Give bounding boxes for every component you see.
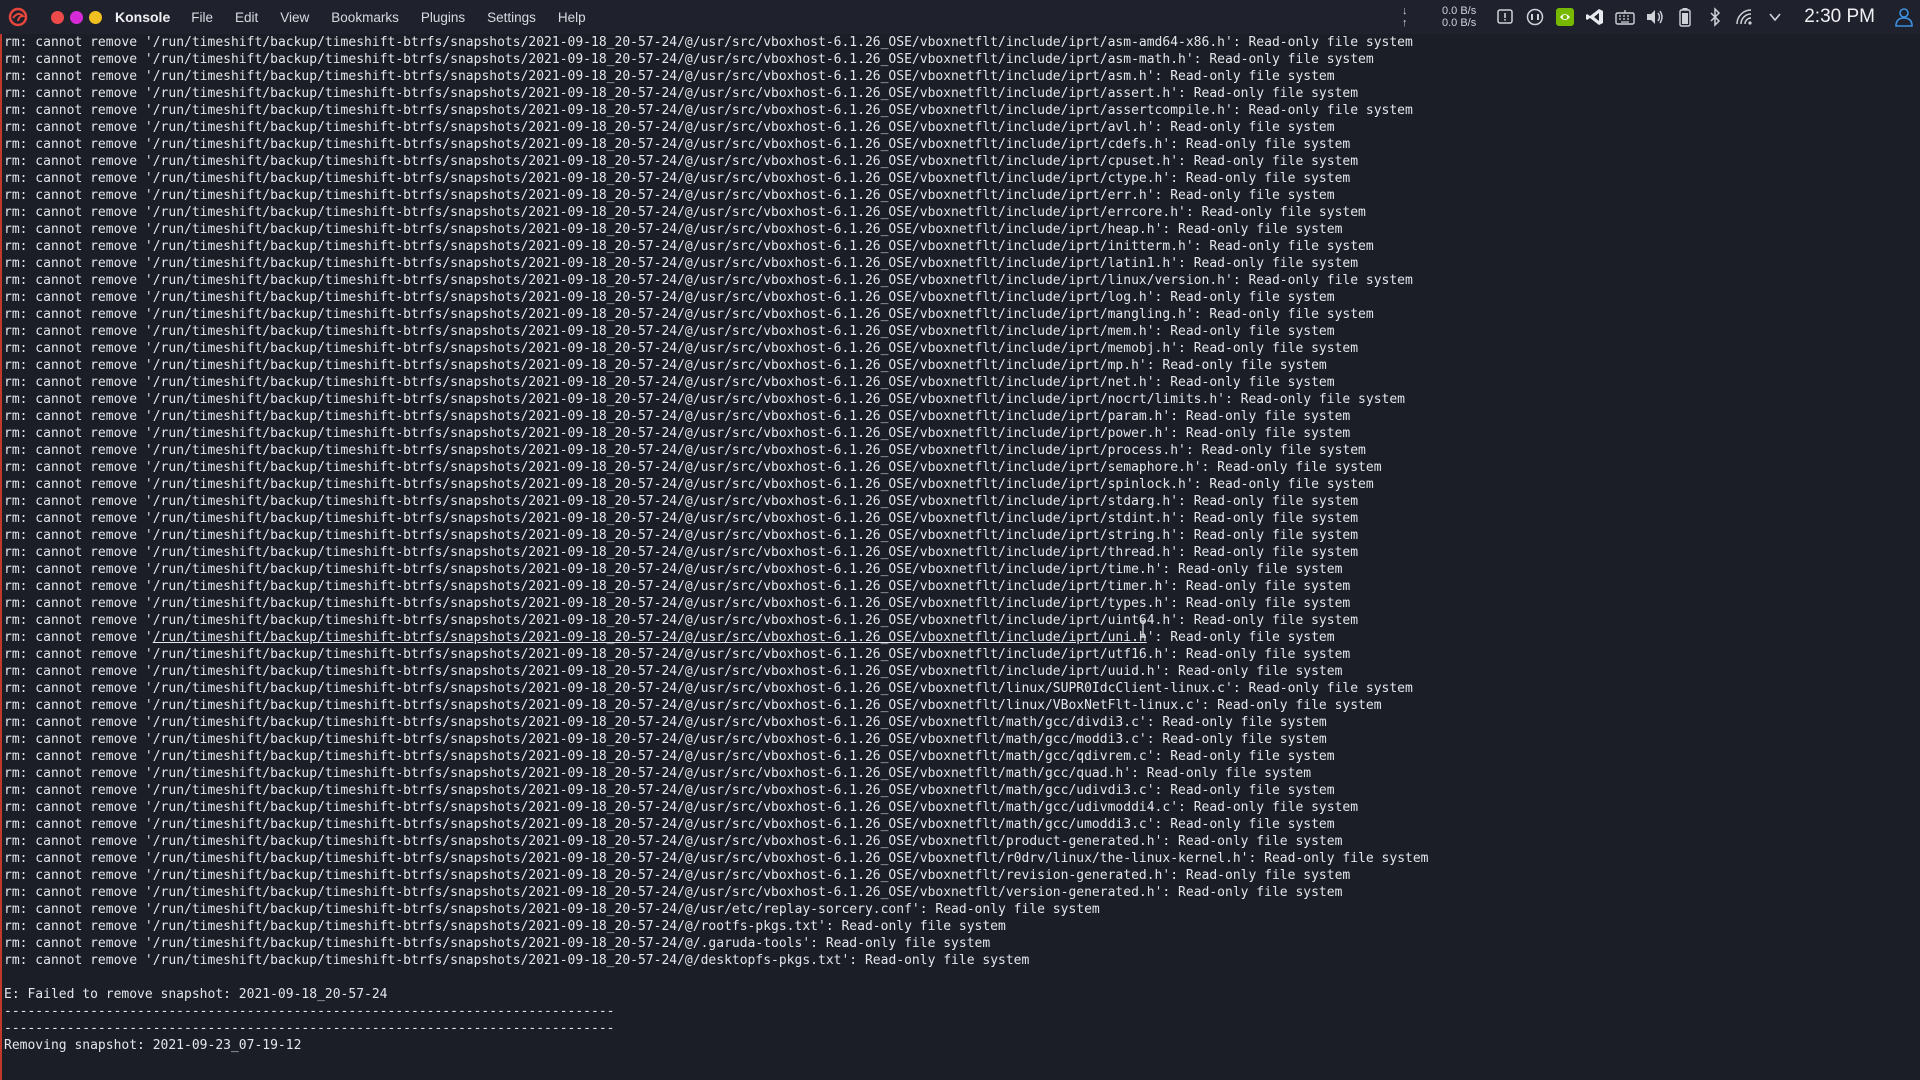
nvidia-icon[interactable]: [1555, 7, 1575, 27]
terminal-line: rm: cannot remove '/run/timeshift/backup…: [4, 664, 1343, 679]
terminal-line: rm: cannot remove '/run/timeshift/backup…: [4, 290, 1335, 305]
terminal-line: rm: cannot remove '/run/timeshift/backup…: [4, 256, 1359, 271]
terminal-output[interactable]: rm: cannot remove '/run/timeshift/backup…: [0, 34, 1920, 1080]
download-arrow-icon: ↓: [1401, 5, 1408, 17]
terminal-line: rm: cannot remove '/run/timeshift/backup…: [4, 477, 1374, 492]
terminal-line: rm: cannot remove '/run/timeshift/backup…: [4, 613, 1359, 628]
terminal-line: rm: cannot remove '/run/timeshift/backup…: [4, 52, 1374, 67]
keyboard-icon[interactable]: [1615, 7, 1635, 27]
terminal-line: rm: cannot remove '/run/timeshift/backup…: [4, 137, 1351, 152]
terminal-line: rm: cannot remove '/run/timeshift/backup…: [4, 443, 1366, 458]
menu-view[interactable]: View: [269, 10, 320, 25]
terminal-line: rm: cannot remove '/run/timeshift/backup…: [4, 732, 1327, 747]
terminal-line: rm: cannot remove '/run/timeshift/backup…: [4, 630, 1335, 645]
terminal-line: rm: cannot remove '/run/timeshift/backup…: [4, 205, 1366, 220]
terminal-line: rm: cannot remove '/run/timeshift/backup…: [4, 766, 1312, 781]
terminal-line: rm: cannot remove '/run/timeshift/backup…: [4, 324, 1335, 339]
terminal-line: rm: cannot remove '/run/timeshift/backup…: [4, 392, 1406, 407]
separator-line: ----------------------------------------…: [4, 1004, 615, 1019]
terminal-line: rm: cannot remove '/run/timeshift/backup…: [4, 562, 1343, 577]
menu-edit[interactable]: Edit: [224, 10, 269, 25]
network-speed-monitor[interactable]: ↓ ↑ 0.0 B/s 0.0 B/s: [1402, 5, 1477, 29]
terminal-line: rm: cannot remove '/run/timeshift/backup…: [4, 749, 1335, 764]
terminal-line: rm: cannot remove '/run/timeshift/backup…: [4, 120, 1335, 135]
terminal-line: rm: cannot remove '/run/timeshift/backup…: [4, 936, 991, 951]
removing-line: Removing snapshot: 2021-09-23_07-19-12: [4, 1038, 302, 1053]
terminal-line: rm: cannot remove '/run/timeshift/backup…: [4, 460, 1382, 475]
terminal-line: rm: cannot remove '/run/timeshift/backup…: [4, 409, 1351, 424]
terminal-line: rm: cannot remove '/run/timeshift/backup…: [4, 426, 1351, 441]
terminal-line: rm: cannot remove '/run/timeshift/backup…: [4, 834, 1343, 849]
terminal-line: rm: cannot remove '/run/timeshift/backup…: [4, 902, 1100, 917]
terminal-line: rm: cannot remove '/run/timeshift/backup…: [4, 647, 1351, 662]
menu-bookmarks[interactable]: Bookmarks: [320, 10, 410, 25]
vscode-icon[interactable]: [1585, 7, 1605, 27]
terminal-line: rm: cannot remove '/run/timeshift/backup…: [4, 681, 1413, 696]
notification-icon[interactable]: [1495, 7, 1515, 27]
terminal-line: rm: cannot remove '/run/timeshift/backup…: [4, 375, 1335, 390]
terminal-line: rm: cannot remove '/run/timeshift/backup…: [4, 596, 1351, 611]
terminal-line: rm: cannot remove '/run/timeshift/backup…: [4, 953, 1030, 968]
terminal-line: rm: cannot remove '/run/timeshift/backup…: [4, 341, 1359, 356]
chevron-down-icon[interactable]: [1765, 7, 1785, 27]
terminal-line: rm: cannot remove '/run/timeshift/backup…: [4, 511, 1359, 526]
system-tray: ↓ ↑ 0.0 B/s 0.0 B/s 2:30 PM: [1402, 0, 1920, 34]
terminal-line: rm: cannot remove '/run/timeshift/backup…: [4, 239, 1374, 254]
error-line: E: Failed to remove snapshot: 2021-09-18…: [4, 987, 388, 1002]
terminal-line: rm: cannot remove '/run/timeshift/backup…: [4, 188, 1335, 203]
terminal-line: rm: cannot remove '/run/timeshift/backup…: [4, 715, 1327, 730]
terminal-line: rm: cannot remove '/run/timeshift/backup…: [4, 919, 1006, 934]
menu-file[interactable]: File: [180, 10, 224, 25]
app-name: Konsole: [115, 9, 171, 25]
garuda-logo-icon[interactable]: [7, 6, 29, 28]
minimize-window-button[interactable]: [70, 10, 83, 24]
terminal-line: rm: cannot remove '/run/timeshift/backup…: [4, 885, 1343, 900]
user-icon[interactable]: [1894, 7, 1914, 27]
terminal-line: rm: cannot remove '/run/timeshift/backup…: [4, 783, 1335, 798]
terminal-line: rm: cannot remove '/run/timeshift/backup…: [4, 307, 1374, 322]
separator-line: ----------------------------------------…: [4, 1021, 615, 1036]
battery-icon[interactable]: [1675, 7, 1695, 27]
terminal-line: rm: cannot remove '/run/timeshift/backup…: [4, 154, 1359, 169]
download-speed: 0.0 B/s: [1441, 5, 1477, 17]
terminal-line: rm: cannot remove '/run/timeshift/backup…: [4, 103, 1413, 118]
terminal-line: rm: cannot remove '/run/timeshift/backup…: [4, 528, 1359, 543]
gamepad-icon[interactable]: [1525, 7, 1545, 27]
menu-plugins[interactable]: Plugins: [410, 10, 476, 25]
terminal-line: rm: cannot remove '/run/timeshift/backup…: [4, 494, 1359, 509]
terminal-line: rm: cannot remove '/run/timeshift/backup…: [4, 222, 1343, 237]
terminal-line: rm: cannot remove '/run/timeshift/backup…: [4, 579, 1351, 594]
maximize-window-button[interactable]: [89, 10, 102, 24]
mouse-cursor-icon: [1139, 620, 1146, 638]
upload-arrow-icon: ↑: [1401, 17, 1408, 29]
clock[interactable]: 2:30 PM: [1804, 6, 1875, 28]
terminal-line: rm: cannot remove '/run/timeshift/backup…: [4, 35, 1413, 50]
bluetooth-icon[interactable]: [1705, 7, 1725, 27]
terminal-line: rm: cannot remove '/run/timeshift/backup…: [4, 800, 1359, 815]
terminal-line: rm: cannot remove '/run/timeshift/backup…: [4, 817, 1335, 832]
file-path-link[interactable]: /run/timeshift/backup/timeshift-btrfs/sn…: [153, 630, 1147, 645]
menu-settings[interactable]: Settings: [476, 10, 547, 25]
terminal-line: rm: cannot remove '/run/timeshift/backup…: [4, 86, 1359, 101]
wifi-icon[interactable]: [1735, 7, 1755, 27]
upload-speed: 0.0 B/s: [1441, 17, 1477, 29]
terminal-line: rm: cannot remove '/run/timeshift/backup…: [4, 545, 1359, 560]
terminal-line: rm: cannot remove '/run/timeshift/backup…: [4, 171, 1351, 186]
volume-icon[interactable]: [1645, 7, 1665, 27]
terminal-line: rm: cannot remove '/run/timeshift/backup…: [4, 358, 1327, 373]
terminal-line: rm: cannot remove '/run/timeshift/backup…: [4, 69, 1335, 84]
terminal-line: rm: cannot remove '/run/timeshift/backup…: [4, 698, 1382, 713]
menu-help[interactable]: Help: [547, 10, 597, 25]
app-menu: File Edit View Bookmarks Plugins Settings Help: [180, 10, 596, 25]
menu-bar: Konsole File Edit View Bookmarks Plugins Sett…: [0, 0, 1920, 34]
terminal-line: rm: cannot remove '/run/timeshift/backup…: [4, 851, 1429, 866]
terminal-line: rm: cannot remove '/run/timeshift/backup…: [4, 868, 1351, 883]
close-window-button[interactable]: [51, 10, 64, 24]
terminal-line: rm: cannot remove '/run/timeshift/backup…: [4, 273, 1413, 288]
